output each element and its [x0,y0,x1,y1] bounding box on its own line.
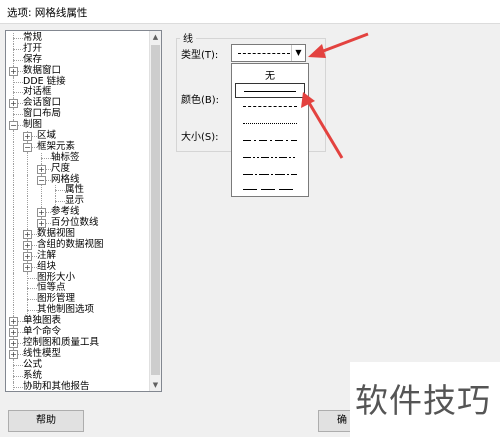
expand-icon[interactable]: + [37,208,46,218]
expand-icon[interactable]: + [9,66,18,76]
line-option-solid[interactable] [235,83,305,98]
expand-icon[interactable]: + [23,251,32,261]
expand-icon[interactable]: + [9,317,18,327]
line-option-long-dash[interactable] [235,99,305,114]
size-label: 大小(S): [181,132,219,143]
expand-icon[interactable]: + [9,328,18,338]
tree-item[interactable]: 系统 [6,369,149,382]
scroll-thumb[interactable] [151,45,160,375]
line-type-select[interactable]: ▼ [231,44,306,62]
tree-item[interactable]: + 组块 [6,260,149,273]
tree-item[interactable]: + 注解 [6,250,149,262]
tree-item[interactable]: + 区域 [6,130,149,142]
line-type-current [238,53,290,54]
window-titlebar: 选项: 网格线属性 [0,0,500,24]
tree-item[interactable]: − 制图 [6,119,149,132]
collapse-icon[interactable]: − [23,142,32,152]
expand-icon[interactable]: + [23,230,32,240]
help-button[interactable]: 帮助 [8,410,84,432]
expand-icon[interactable]: + [37,219,46,229]
type-label: 类型(T): [181,50,219,61]
tree-item-label: 协助和其他报告 [23,380,90,392]
chevron-down-icon[interactable]: ▼ [291,45,305,61]
tree-item[interactable]: + 含组的数据视图 [6,239,149,251]
expand-icon[interactable]: + [9,338,18,348]
line-option-dash-dot[interactable] [235,133,305,148]
tree-item-label: 组块 [37,260,57,272]
line-option-long-dash-2[interactable] [235,182,305,197]
options-tree[interactable]: 常规 打开 保存 + 数据窗口 DDE 链接 对话框 + 会话窗口 窗口布局 − 制图 + 区域 − 框架元素… [5,30,162,392]
watermark-text: 软件技巧 [355,381,491,420]
tree-item[interactable]: 协助和其他报告 [6,380,149,392]
expand-icon[interactable]: + [9,349,18,359]
expand-icon[interactable]: + [23,132,32,142]
line-type-dropdown[interactable]: 无 [231,63,309,197]
expand-icon[interactable]: + [9,99,18,109]
tree-item[interactable]: + 尺度 [6,162,149,175]
expand-icon[interactable]: + [23,240,32,250]
line-option-dotted[interactable] [235,116,305,131]
tree-item[interactable]: + 数据窗口 [6,64,149,77]
tree-item-label: 数据窗口 [23,64,62,76]
tree-item[interactable]: 轴标签 [6,152,149,164]
tree-item-label: 系统 [23,369,43,381]
color-label: 颜色(B): [181,95,220,106]
collapse-icon[interactable]: − [9,121,18,131]
scroll-down-icon[interactable]: ▼ [150,379,161,391]
expand-icon[interactable]: + [37,164,46,174]
line-group-title: 线 [180,30,196,45]
line-option-dash-dot-dot[interactable] [235,150,305,165]
tree-item-label: 公式 [23,358,43,370]
tree-items: 常规 打开 保存 + 数据窗口 DDE 链接 对话框 + 会话窗口 窗口布局 − 制图 + 区域 − 框架元素… [6,32,149,392]
expand-icon[interactable]: + [23,262,32,272]
tree-scrollbar[interactable]: ▲ ▼ [149,31,161,391]
line-option-dot-dash-long[interactable] [235,167,305,182]
window-title: 选项: 网格线属性 [7,7,88,19]
tree-item[interactable]: 公式 [6,358,149,371]
tree-item-label: 尺度 [51,162,71,174]
scroll-up-icon[interactable]: ▲ [150,31,161,43]
tree-item[interactable]: + 百分位数线 [6,217,149,230]
collapse-icon[interactable]: − [37,175,46,185]
line-option-none[interactable]: 无 [232,67,308,82]
tree-item[interactable]: 图形大小 [6,272,149,284]
tree-item[interactable]: 恒等点 [6,283,149,295]
